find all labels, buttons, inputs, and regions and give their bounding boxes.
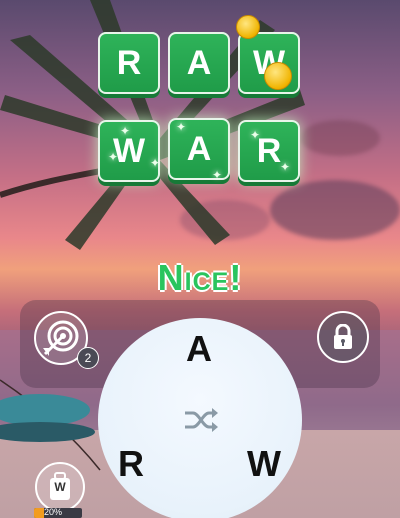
wheel-letter-a[interactable]: A (186, 328, 212, 370)
sparkle-icon: ✦ (176, 120, 187, 134)
tile-letter: R (116, 43, 142, 82)
sparkle-icon: ✦ (212, 168, 223, 182)
booster-progress-bar: 20% (34, 507, 82, 518)
booster-button[interactable]: W (35, 462, 85, 512)
wheel-letter-r[interactable]: R (118, 443, 144, 485)
sparkle-icon: ✦ (108, 150, 119, 164)
tile-letter: A (186, 129, 212, 168)
coin-icon (264, 62, 292, 90)
sparkle-icon: ✦ (280, 160, 291, 174)
booster-progress-label: 20% (44, 507, 63, 517)
tile-letter: A (186, 43, 212, 82)
sparkle-icon: ✦ (250, 128, 261, 142)
lock-icon (334, 324, 352, 349)
booster-progress-fill (34, 508, 44, 518)
feedback-text: Nice! (157, 257, 243, 298)
game-scene: R A W W A R ✦ ✦ ✦ ✦ ✦ ✦ ✦ Nice! 2 A R W (0, 0, 400, 518)
shuffle-icon[interactable] (183, 406, 219, 434)
sparkle-icon: ✦ (150, 156, 161, 170)
booster-letter: W (54, 480, 66, 494)
coin-icon (236, 15, 260, 39)
answer-tile: A (168, 32, 230, 94)
sparkle-icon: ✦ (120, 124, 131, 138)
tile-letter: R (256, 131, 282, 170)
hint-count-badge: 2 (77, 347, 99, 369)
answer-tile: R (98, 32, 160, 94)
answer-tile: R (238, 120, 300, 182)
wheel-letter-w[interactable]: W (247, 443, 281, 485)
lock-button[interactable] (317, 311, 369, 363)
target-arrow-icon (43, 320, 79, 356)
